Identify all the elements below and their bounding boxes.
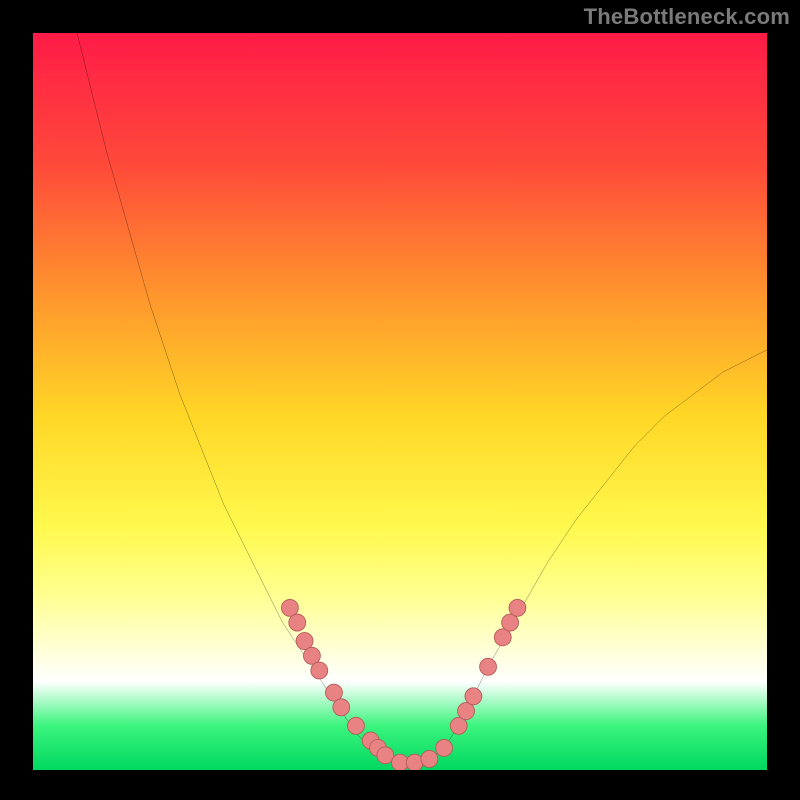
curve-marker — [436, 739, 453, 756]
watermark-text: TheBottleneck.com — [584, 4, 790, 30]
curve-marker — [502, 614, 519, 631]
curve-marker — [450, 717, 467, 734]
curve-marker — [509, 599, 526, 616]
curve-marker — [289, 614, 306, 631]
curve-marker — [494, 629, 511, 646]
curve-marker — [281, 599, 298, 616]
curve-marker — [348, 717, 365, 734]
chart-frame: TheBottleneck.com — [0, 0, 800, 800]
marker-group — [281, 599, 525, 770]
curve-marker — [296, 633, 313, 650]
curve-marker — [303, 647, 320, 664]
curve-marker — [406, 754, 423, 770]
curve-marker — [458, 703, 475, 720]
curve-path — [77, 33, 767, 763]
bottleneck-curve — [33, 33, 767, 770]
curve-marker — [377, 747, 394, 764]
curve-marker — [311, 662, 328, 679]
curve-marker — [465, 688, 482, 705]
curve-marker — [421, 750, 438, 767]
curve-marker — [480, 658, 497, 675]
curve-marker — [333, 699, 350, 716]
curve-marker — [325, 684, 342, 701]
plot-area — [33, 33, 767, 770]
